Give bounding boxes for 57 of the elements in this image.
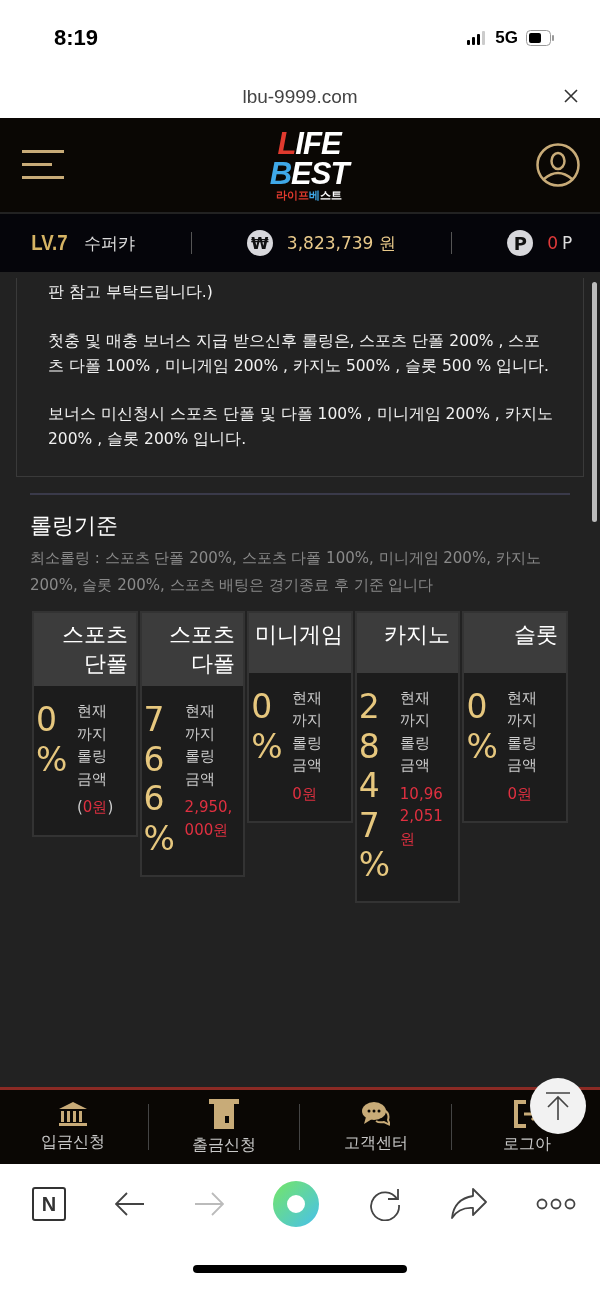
status-time: 8:19 bbox=[54, 24, 99, 51]
level-label: LV.7 bbox=[30, 230, 68, 256]
rolling-percent: 766% bbox=[143, 700, 176, 859]
rolling-percent: 0% bbox=[466, 687, 499, 768]
rolling-amount: 0원 bbox=[507, 785, 532, 803]
points-unit: P bbox=[562, 233, 573, 253]
network-label: 5G bbox=[495, 27, 518, 48]
bank-icon bbox=[57, 1101, 88, 1126]
section-title: 롤링기준 bbox=[30, 512, 119, 540]
naver-button[interactable]: N bbox=[32, 1187, 66, 1221]
notice-paragraph: 보너스 미신청시 스포츠 단폴 및 다폴 100% , 미니게임 200% , 카지노 200% , 슬롯 200% 입니다. bbox=[48, 404, 553, 451]
chat-icon bbox=[361, 1100, 390, 1127]
rolling-label: 현재까지 롤링금액 bbox=[184, 701, 216, 790]
card-title: 스포츠 다폴 bbox=[169, 622, 236, 676]
rolling-percent: 0% bbox=[251, 687, 284, 768]
rolling-amount: 10,962,051원 bbox=[399, 785, 443, 848]
points-value: 0 bbox=[547, 233, 559, 253]
rolling-amount: 0원 bbox=[292, 785, 317, 803]
more-icon[interactable] bbox=[536, 1198, 576, 1210]
nav-item[interactable]: 출금신청 bbox=[154, 1098, 295, 1156]
atm-card-icon bbox=[209, 1098, 240, 1129]
nav-item[interactable]: 고객센터 bbox=[305, 1100, 446, 1154]
rolling-label: 현재까지 롤링금액 bbox=[507, 688, 539, 777]
menu-icon[interactable] bbox=[22, 150, 64, 180]
notice-paragraph: 판 참고 부탁드립니다.) bbox=[48, 282, 214, 303]
section-description: 최소롤링 : 스포츠 단폴 200%, 스포츠 다폴 100%, 미니게임 200%, 카지노 200%, 슬롯 200%, 스포츠 배팅은 경기종료 후 기준 입니다 bbox=[30, 548, 542, 596]
rolling-label: 현재까지 롤링금액 bbox=[292, 688, 324, 777]
nav-item[interactable]: 입금신청 bbox=[2, 1101, 143, 1153]
rolling-percent: 2847% bbox=[358, 687, 392, 885]
card-title: 미니게임 bbox=[254, 622, 343, 647]
rolling-amount: 0원 bbox=[82, 798, 108, 817]
user-icon[interactable] bbox=[536, 143, 580, 187]
point-icon: P bbox=[507, 230, 534, 256]
rolling-label: 현재까지 롤링금액 bbox=[77, 701, 108, 790]
nav-item[interactable]: 로그아 bbox=[457, 1099, 598, 1155]
bracket: ) bbox=[107, 798, 114, 817]
back-icon[interactable] bbox=[115, 1192, 145, 1216]
card-title: 카지노 bbox=[384, 622, 451, 647]
up-arrow-icon bbox=[545, 1091, 571, 1121]
signal-icon bbox=[467, 30, 488, 45]
rolling-label: 현재까지 롤링금액 bbox=[399, 688, 431, 777]
reload-icon[interactable] bbox=[368, 1187, 402, 1221]
scroll-to-top-button[interactable] bbox=[530, 1078, 586, 1134]
rolling-amount: 2,950,000원 bbox=[184, 798, 233, 839]
share-icon[interactable] bbox=[451, 1188, 487, 1220]
bracket: ( bbox=[77, 798, 83, 817]
battery-icon bbox=[526, 29, 554, 46]
rolling-percent: 0% bbox=[36, 700, 69, 781]
won-icon: ₩ bbox=[246, 230, 273, 256]
scrollbar[interactable] bbox=[592, 282, 597, 522]
nickname: 수퍼캬 bbox=[84, 231, 136, 255]
url-text[interactable]: lbu-9999.com bbox=[242, 85, 358, 108]
close-icon[interactable] bbox=[564, 89, 578, 103]
card-title: 스포츠 단폴 bbox=[61, 622, 128, 676]
notice-paragraph: 첫충 및 매충 보너스 지급 받으신후 롤링은, 스포츠 단폴 200% , 스포츠 다폴 100% , 미니게임 200% , 카지노 500% , 슬롯 500 % 입니다. bbox=[48, 330, 550, 377]
balance: 3,823,739 원 bbox=[286, 231, 396, 255]
card-title: 슬롯 bbox=[514, 622, 558, 647]
